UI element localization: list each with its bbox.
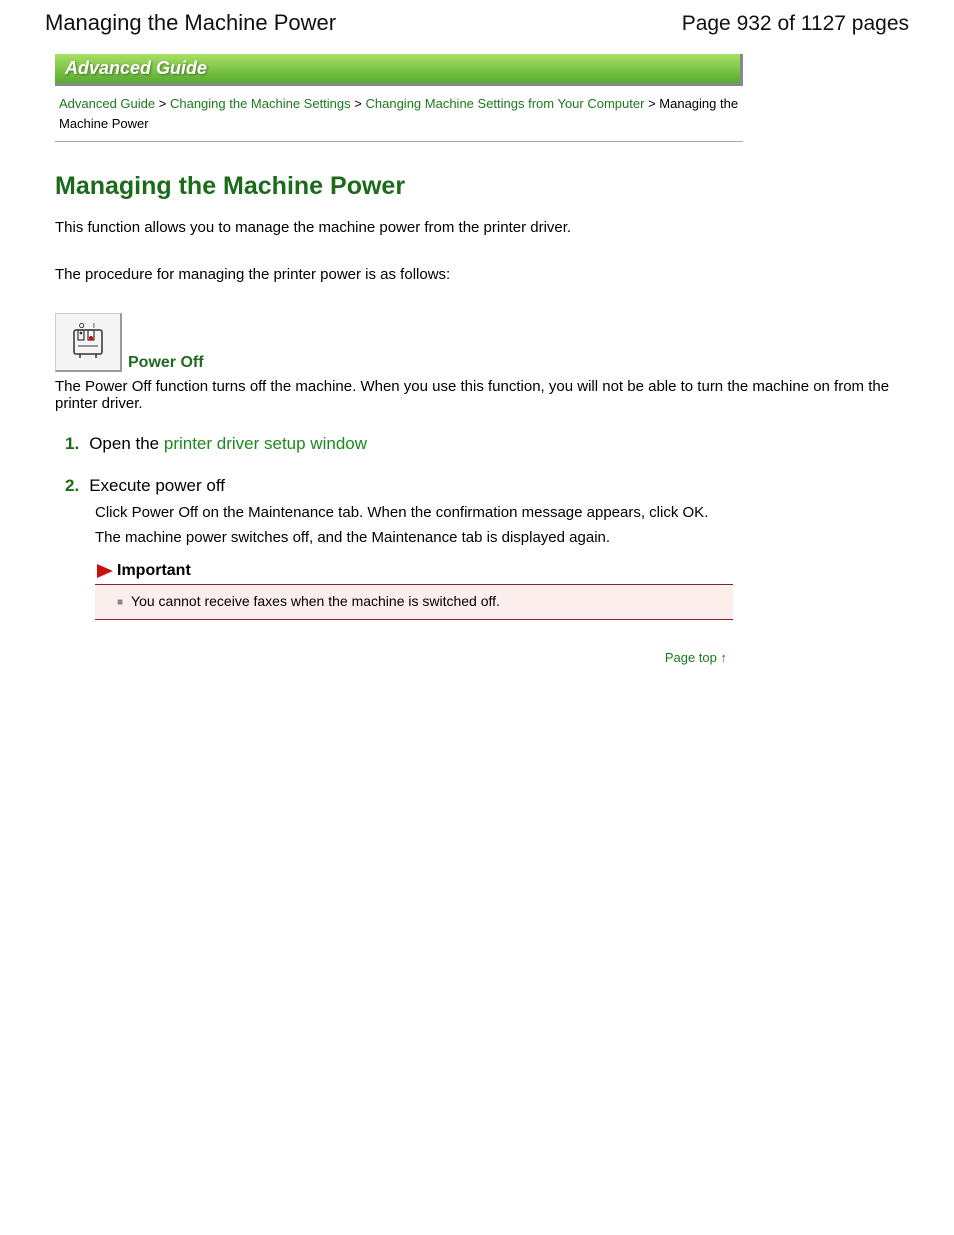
svg-text:I: I	[93, 323, 95, 330]
power-off-icon-box: O I	[55, 313, 122, 372]
breadcrumb-sep: >	[648, 96, 659, 111]
breadcrumb-sep: >	[159, 96, 170, 111]
step-title: Open the printer driver setup window	[89, 434, 367, 454]
important-header: Important	[95, 562, 733, 585]
flag-icon	[97, 564, 113, 578]
page-top-link[interactable]: Page top	[665, 650, 721, 665]
breadcrumb: Advanced Guide > Changing the Machine Se…	[55, 90, 743, 142]
power-off-printer-icon: O I	[66, 318, 110, 366]
breadcrumb-sep: >	[354, 96, 365, 111]
step-2: 2. Execute power off Click Power Off on …	[65, 476, 909, 620]
page-indicator: Page 932 of 1127 pages	[682, 12, 909, 36]
bullet-icon: ■	[117, 597, 123, 608]
important-label: Important	[117, 562, 191, 580]
printer-driver-setup-window-link[interactable]: printer driver setup window	[164, 434, 367, 453]
arrow-up-icon: ↑	[721, 650, 728, 665]
step-title-text: Open the	[89, 434, 164, 453]
step-number: 2.	[65, 476, 79, 496]
step-number: 1.	[65, 434, 79, 454]
important-body: ■ You cannot receive faxes when the machi…	[95, 585, 733, 620]
page-top-row: Page top ↑	[55, 650, 727, 665]
step-body-line: The machine power switches off, and the …	[95, 529, 909, 546]
page-header: Managing the Machine Power Page 932 of 1…	[45, 10, 909, 36]
page-title-top: Managing the Machine Power	[45, 10, 336, 36]
page-top-label: Page top	[665, 650, 717, 665]
important-item: You cannot receive faxes when the machin…	[131, 593, 500, 609]
banner-text: Advanced Guide	[65, 58, 207, 79]
heading-main: Managing the Machine Power	[55, 172, 909, 201]
step-body: Click Power Off on the Maintenance tab. …	[95, 504, 909, 546]
intro-paragraph-2: The procedure for managing the printer p…	[55, 266, 909, 283]
step-title: Execute power off	[89, 476, 225, 496]
banner-advanced-guide: Advanced Guide	[55, 54, 743, 86]
intro-paragraph-1: This function allows you to manage the m…	[55, 219, 909, 236]
step-1: 1. Open the printer driver setup window	[65, 434, 909, 454]
step-body-line: Click Power Off on the Maintenance tab. …	[95, 504, 909, 521]
breadcrumb-link-changing-machine-settings[interactable]: Changing the Machine Settings	[170, 96, 351, 111]
breadcrumb-link-advanced-guide[interactable]: Advanced Guide	[59, 96, 155, 111]
power-off-label: Power Off	[128, 354, 204, 372]
important-box: Important ■ You cannot receive faxes when…	[95, 562, 733, 620]
svg-text:O: O	[79, 323, 85, 330]
power-off-description: The Power Off function turns off the mac…	[55, 378, 909, 412]
breadcrumb-link-from-computer[interactable]: Changing Machine Settings from Your Comp…	[366, 96, 645, 111]
